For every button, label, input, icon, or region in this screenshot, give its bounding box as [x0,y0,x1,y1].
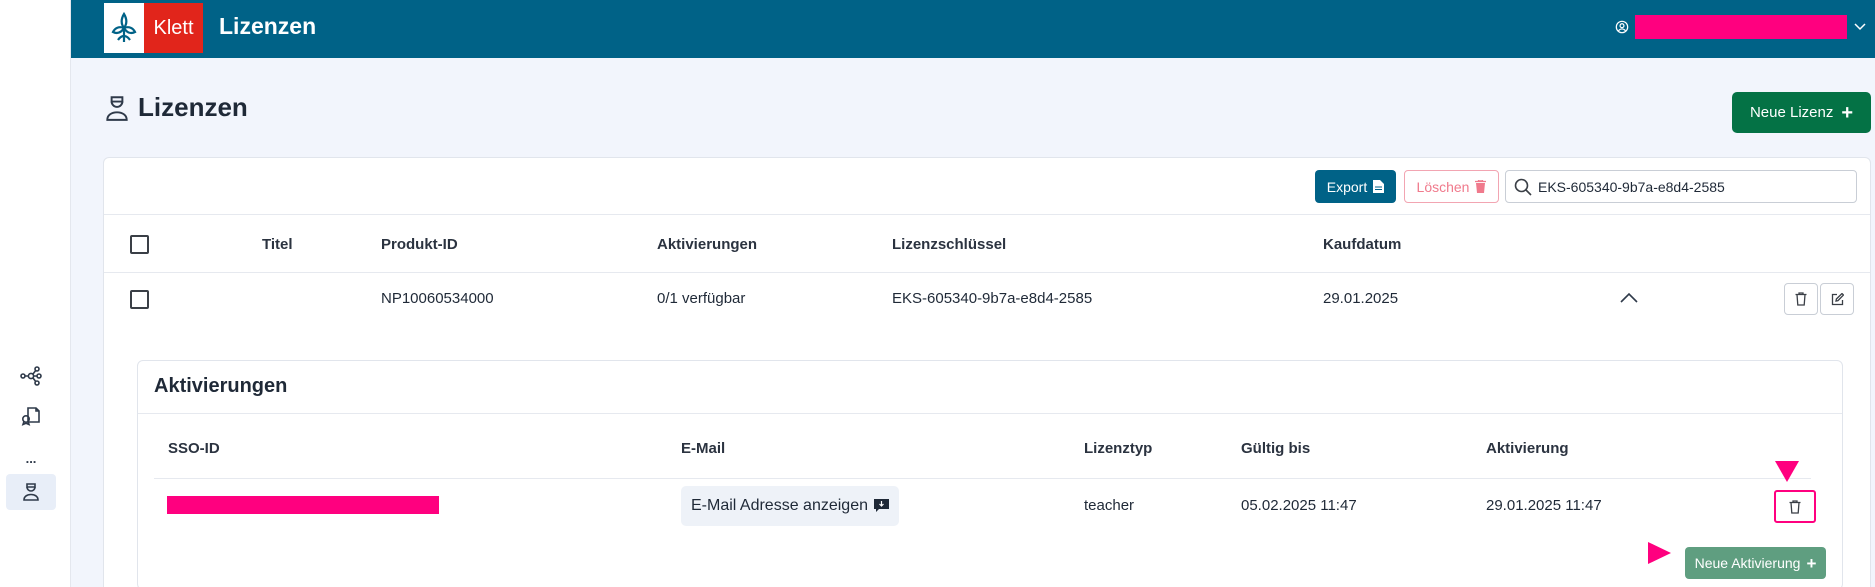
user-icon [1615,20,1629,34]
more-icon[interactable]: ... [6,440,56,476]
column-header-lizenzschluessel[interactable]: Lizenzschlüssel [892,236,1006,253]
sso-id-redacted [167,496,439,514]
delete-button[interactable]: Löschen [1404,170,1499,203]
column-header-produkt-id[interactable]: Produkt-ID [381,236,458,253]
message-icon [873,499,889,512]
cell-aktivierung: 29.01.2025 11:47 [1486,497,1602,514]
cell-aktivierungen: 0/1 verfügbar [657,290,746,307]
user-menu[interactable] [1615,15,1867,39]
trash-icon [1475,180,1487,193]
more-label: ... [25,450,37,466]
select-all-checkbox[interactable] [130,235,149,254]
column-header-aktivierungen[interactable]: Aktivierungen [657,236,757,253]
column-header-aktivierung: Aktivierung [1486,440,1569,457]
logo-text: Klett [144,3,203,53]
activations-panel: Aktivierungen SSO-ID E-Mail Lizenztyp Gü… [137,360,1843,587]
table-toolbar: Export Löschen [104,158,1870,215]
export-button[interactable]: Export [1315,170,1396,203]
license-user-icon[interactable] [6,474,56,510]
search-field[interactable] [1505,170,1857,203]
side-rail: ... [0,0,71,587]
cell-kaufdatum: 29.01.2025 [1323,290,1399,307]
export-label: Export [1326,178,1368,195]
edit-icon [1831,292,1844,305]
column-header-sso-id: SSO-ID [168,440,220,457]
table-row[interactable]: NP10060534000 0/1 verfügbar EKS-605340-9… [104,274,1870,324]
trash-icon [1795,292,1807,306]
chevron-up-icon[interactable] [1620,292,1638,303]
file-icon [1373,180,1385,193]
trash-icon [1789,499,1801,514]
plus-icon: + [1806,553,1817,573]
activation-delete-button[interactable] [1774,490,1816,523]
column-header-kaufdatum[interactable]: Kaufdatum [1323,236,1401,253]
activation-row: E-Mail Adresse anzeigen teacher 05.02.20… [154,479,1816,535]
klett-leaf-icon [104,3,144,53]
show-email-button[interactable]: E-Mail Adresse anzeigen [681,486,899,526]
klett-logo[interactable]: Klett [104,3,203,53]
plus-icon: + [1841,101,1854,124]
delete-label: Löschen [1416,178,1470,195]
new-activation-button[interactable]: Neue Aktivierung + [1685,547,1826,579]
activations-table-header: SSO-ID E-Mail Lizenztyp Gültig bis Aktiv… [154,413,1811,479]
page-title: Lizenzen [104,92,248,123]
activations-title: Aktivierungen [154,375,288,397]
search-icon [1514,178,1532,196]
row-checkbox[interactable] [130,290,149,309]
network-icon[interactable] [6,358,56,394]
new-license-button[interactable]: Neue Lizenz + [1732,92,1871,133]
column-header-gueltig-bis: Gültig bis [1241,440,1311,457]
cell-lizenztyp: teacher [1084,497,1135,514]
row-edit-button[interactable] [1820,283,1854,315]
documents-icon[interactable] [6,398,56,434]
new-activation-label: Neue Aktivierung [1694,555,1801,571]
cell-produkt-id: NP10060534000 [381,290,494,307]
row-delete-button[interactable] [1784,283,1818,315]
column-header-lizenztyp: Lizenztyp [1084,440,1153,457]
page-title-text: Lizenzen [138,92,248,122]
annotation-arrow-down [1775,461,1799,482]
column-header-titel[interactable]: Titel [262,236,293,253]
cell-lizenzschluessel: EKS-605340-9b7a-e8d4-2585 [892,290,1093,307]
annotation-arrow-right [1648,542,1671,564]
app-title: Lizenzen [219,13,317,39]
column-header-email: E-Mail [681,440,726,457]
chevron-down-icon [1854,23,1866,31]
app-header: Klett Lizenzen [71,0,1875,58]
user-name-redacted [1635,15,1847,39]
search-input[interactable] [1538,178,1838,195]
cell-gueltig-bis: 05.02.2025 11:47 [1241,497,1357,514]
new-license-label: Neue Lizenz [1749,104,1834,121]
licenses-card: Export Löschen Titel Produkt-ID Aktivier… [103,157,1871,587]
license-user-icon [106,95,128,121]
table-header: Titel Produkt-ID Aktivierungen Lizenzsch… [104,216,1870,273]
show-email-label: E-Mail Adresse anzeigen [691,497,868,514]
